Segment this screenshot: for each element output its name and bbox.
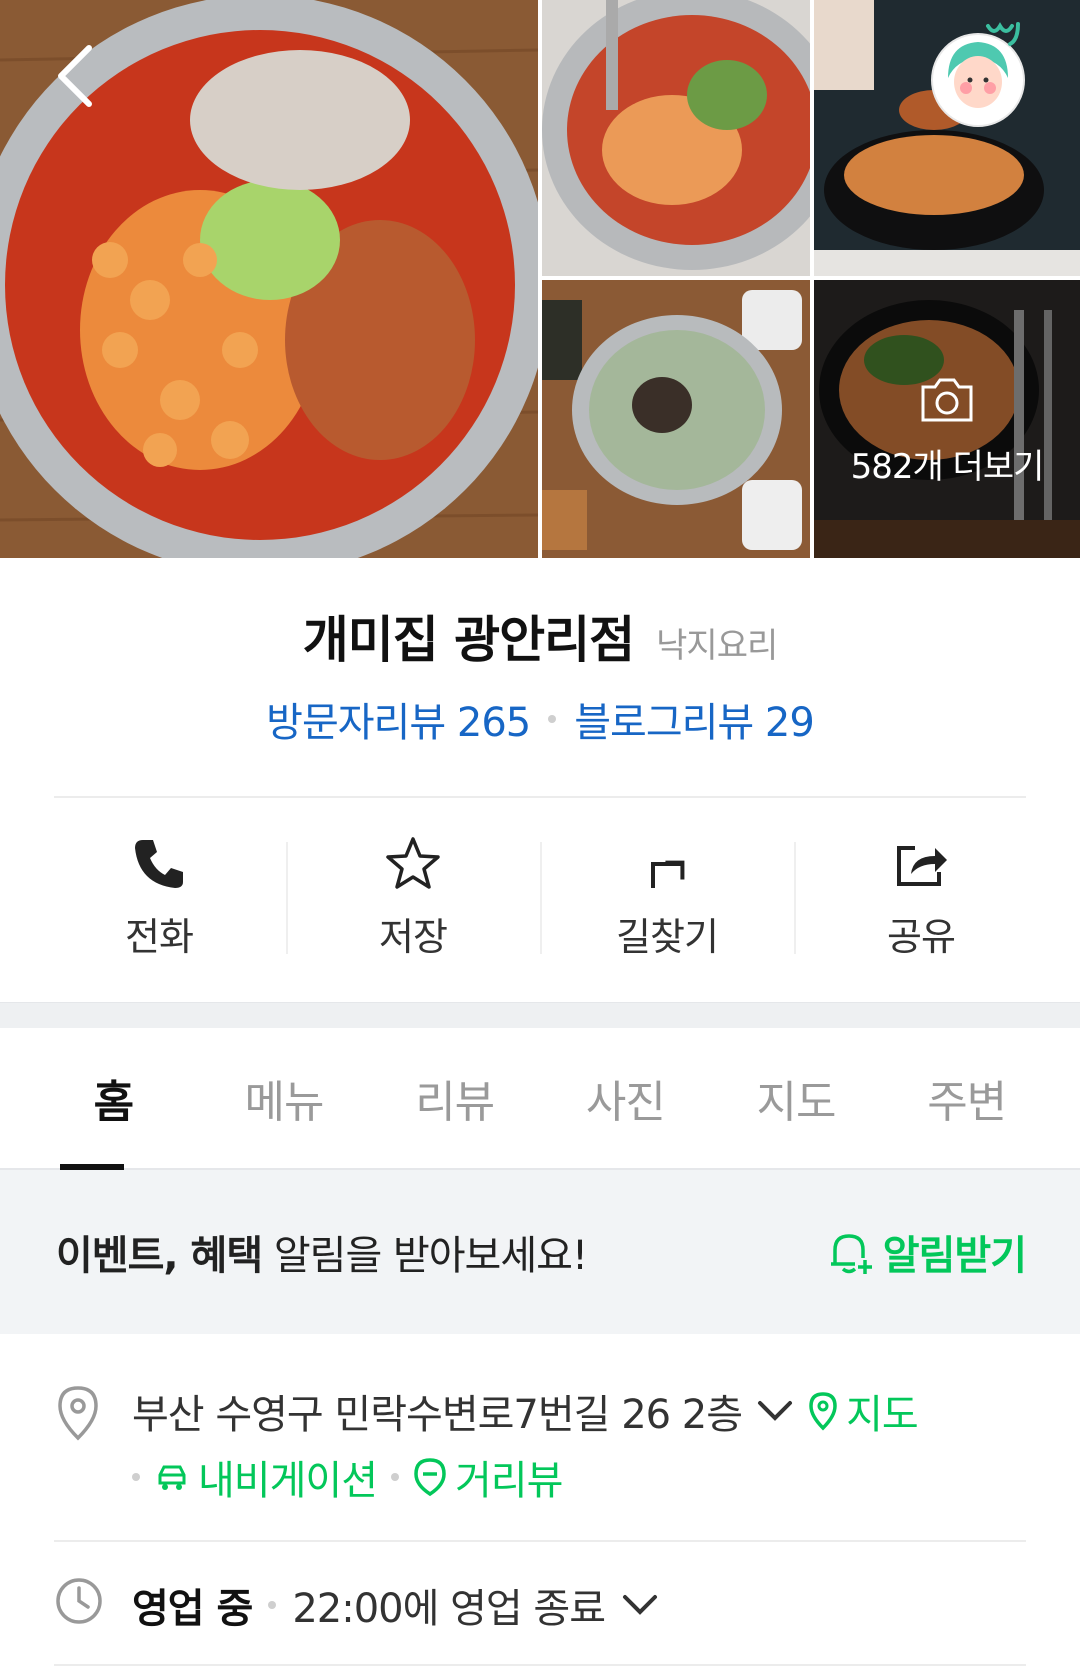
tab-menu[interactable]: 메뉴 (199, 1028, 370, 1168)
my-profile-button[interactable] (926, 16, 1038, 128)
map-link[interactable]: 지도 (808, 1382, 919, 1440)
tab-map[interactable]: 지도 (711, 1028, 882, 1168)
event-notice-bar: 이벤트, 혜택 알림을 받아보세요! 알림받기 (0, 1170, 1080, 1334)
divider (54, 796, 1026, 798)
tab-home[interactable]: 홈 (28, 1028, 199, 1170)
closing-time: 22:00에 영업 종료 (292, 1586, 606, 1632)
tab-nearby[interactable]: 주변 (881, 1028, 1052, 1168)
car-icon (158, 1465, 186, 1490)
chevron-down-icon[interactable] (621, 1593, 659, 1617)
open-status: 영업 중 (132, 1586, 253, 1632)
tab-photos[interactable]: 사진 (540, 1028, 711, 1168)
share-button[interactable]: 공유 (794, 820, 1048, 970)
chevron-down-icon[interactable] (756, 1399, 794, 1423)
chevron-left-icon (58, 45, 92, 107)
place-category: 낙지요리 (656, 626, 778, 666)
bell-plus-icon (830, 1234, 872, 1274)
visitor-reviews-link[interactable]: 방문자리뷰 265 (266, 690, 531, 748)
share-icon (897, 846, 947, 886)
photo-gallery: 582개 더보기 (0, 0, 1080, 558)
action-bar: 전화 저장 길찾기 공유 (32, 820, 1048, 970)
address-section: 부산 수영구 민락수변로7번길 26 2층 지도 내비게이션 거리뷰 (0, 1334, 1080, 1540)
camera-icon (921, 378, 973, 421)
address-text[interactable]: 부산 수영구 민락수변로7번길 26 2층 (132, 1382, 743, 1440)
tab-reviews[interactable]: 리뷰 (369, 1028, 540, 1168)
directions-button[interactable]: 길찾기 (540, 820, 794, 970)
tab-bar: 홈 메뉴 리뷰 사진 지도 주변 (0, 1028, 1080, 1170)
avatar-icon (931, 22, 1025, 127)
location-pin-icon (58, 1386, 98, 1441)
separator-dot (132, 1473, 140, 1481)
separator-dot (391, 1473, 399, 1481)
star-icon (386, 837, 440, 889)
divider (54, 1664, 1026, 1666)
save-button[interactable]: 저장 (286, 820, 540, 970)
map-pin-icon (809, 1392, 837, 1431)
place-name: 개미집 광안리점 (302, 611, 635, 669)
navigation-link[interactable]: 내비게이션 (154, 1448, 378, 1506)
street-view-icon (414, 1458, 446, 1497)
back-button[interactable] (40, 36, 110, 116)
more-photos-button[interactable]: 582개 더보기 (814, 280, 1080, 558)
food-photo-2[interactable] (542, 0, 810, 276)
street-view-link[interactable]: 거리뷰 (413, 1448, 563, 1506)
photo-count-label: 582개 더보기 (850, 446, 1045, 487)
blog-reviews-link[interactable]: 블로그리뷰 29 (574, 690, 815, 748)
food-photo-4[interactable] (542, 280, 810, 558)
clock-icon (56, 1578, 102, 1624)
business-hours-section[interactable]: 영업 중 22:00에 영업 종료 (0, 1542, 1080, 1672)
subscribe-alarm-button[interactable]: 알림받기 (825, 1223, 1027, 1281)
phone-icon (135, 840, 183, 888)
separator-dot (268, 1601, 277, 1609)
place-header: 개미집 광안리점 낙지요리 방문자리뷰 265 블로그리뷰 29 (0, 600, 1080, 748)
separator-dot (548, 715, 557, 723)
directions-arrow-icon (651, 860, 685, 888)
notice-text: 이벤트, 혜택 알림을 받아보세요! (56, 1233, 588, 1279)
section-separator (0, 1002, 1080, 1028)
call-button[interactable]: 전화 (32, 820, 286, 970)
